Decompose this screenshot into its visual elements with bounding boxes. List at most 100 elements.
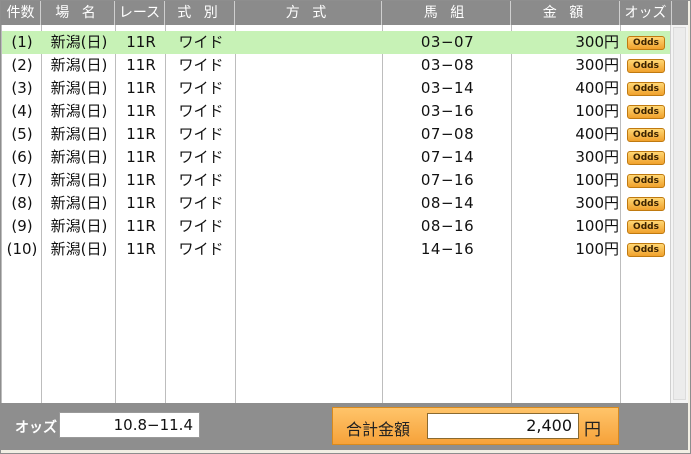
row-method	[236, 123, 383, 146]
header-count: 件数	[1, 1, 41, 25]
odds-button[interactable]: Odds	[627, 242, 665, 257]
row-amount: 100円	[575, 240, 619, 258]
table-row[interactable]: (7) 新潟(日) 11R ワイド 07−16 100円 Odds	[2, 169, 670, 192]
row-bet-type: ワイド	[178, 148, 224, 166]
table-row[interactable]: (4) 新潟(日) 11R ワイド 03−16 100円 Odds	[2, 100, 670, 123]
row-odds-cell: Odds	[621, 31, 670, 54]
row-amount: 300円	[575, 194, 619, 212]
odds-button[interactable]: Odds	[627, 150, 665, 165]
table-header: 件数 場 名 レース 式 別 方 式 馬 組 金 額 オッズ	[1, 1, 688, 25]
row-number: (10)	[6, 240, 38, 258]
odds-button[interactable]: Odds	[627, 173, 665, 188]
row-odds-cell: Odds	[621, 77, 670, 100]
row-method	[236, 215, 383, 238]
row-place: 新潟(日)	[50, 171, 108, 189]
row-race: 11R	[126, 171, 156, 189]
row-combination: 14−16	[420, 240, 475, 258]
row-combination: 07−14	[420, 148, 475, 166]
row-bet-type: ワイド	[178, 217, 224, 235]
odds-button[interactable]: Odds	[627, 127, 665, 142]
header-scroll-spacer	[672, 1, 688, 25]
odds-button[interactable]: Odds	[627, 35, 665, 50]
row-amount: 400円	[575, 79, 619, 97]
row-odds-cell: Odds	[621, 215, 670, 238]
odds-button[interactable]: Odds	[627, 81, 665, 96]
row-number: (4)	[11, 102, 33, 120]
row-place: 新潟(日)	[50, 125, 108, 143]
header-amount: 金 額	[511, 1, 620, 25]
row-place: 新潟(日)	[50, 33, 108, 51]
row-bet-type: ワイド	[178, 194, 224, 212]
row-race: 11R	[126, 217, 156, 235]
row-number: (7)	[11, 171, 33, 189]
row-bet-type: ワイド	[178, 102, 224, 120]
odds-range-value: 10.8−11.4	[59, 412, 200, 438]
table-row[interactable]: (2) 新潟(日) 11R ワイド 03−08 300円 Odds	[2, 54, 670, 77]
row-race: 11R	[126, 148, 156, 166]
odds-button[interactable]: Odds	[627, 58, 665, 73]
row-place: 新潟(日)	[50, 217, 108, 235]
row-bet-type: ワイド	[178, 125, 224, 143]
odds-button[interactable]: Odds	[627, 219, 665, 234]
table-row[interactable]: (9) 新潟(日) 11R ワイド 08−16 100円 Odds	[2, 215, 670, 238]
row-bet-type: ワイド	[178, 171, 224, 189]
row-number: (6)	[11, 148, 33, 166]
row-method	[236, 238, 383, 261]
bottom-edge	[1, 450, 688, 453]
table-row[interactable]: (10) 新潟(日) 11R ワイド 14−16 100円 Odds	[2, 238, 670, 261]
table-row[interactable]: (6) 新潟(日) 11R ワイド 07−14 300円 Odds	[2, 146, 670, 169]
scrollbar-track[interactable]	[673, 27, 686, 400]
row-combination: 08−16	[420, 217, 475, 235]
row-combination: 08−14	[420, 194, 475, 212]
table-row[interactable]: (3) 新潟(日) 11R ワイド 03−14 400円 Odds	[2, 77, 670, 100]
row-combination: 07−08	[420, 125, 475, 143]
row-odds-cell: Odds	[621, 54, 670, 77]
row-place: 新潟(日)	[50, 240, 108, 258]
bet-rows: (1) 新潟(日) 11R ワイド 03−07 300円 Odds (2) 新潟(日) 11R ワイ…	[2, 31, 670, 261]
row-combination: 07−16	[420, 171, 475, 189]
summary-bar: オッズ 10.8−11.4 合計金額 2,400 円	[1, 403, 688, 450]
header-odds: オッズ	[620, 1, 672, 25]
row-bet-type: ワイド	[178, 240, 224, 258]
odds-button[interactable]: Odds	[627, 104, 665, 119]
row-method	[236, 31, 383, 54]
row-number: (2)	[11, 56, 33, 74]
row-odds-cell: Odds	[621, 100, 670, 123]
row-race: 11R	[126, 102, 156, 120]
header-type: 式 別	[165, 1, 235, 25]
table-row[interactable]: (5) 新潟(日) 11R ワイド 07−08 400円 Odds	[2, 123, 670, 146]
row-odds-cell: Odds	[621, 146, 670, 169]
row-amount: 300円	[575, 148, 619, 166]
row-race: 11R	[126, 194, 156, 212]
row-amount: 100円	[575, 217, 619, 235]
row-number: (1)	[11, 33, 33, 51]
row-combination: 03−16	[420, 102, 475, 120]
total-amount-value: 2,400	[427, 413, 579, 439]
row-method	[236, 77, 383, 100]
table-row[interactable]: (1) 新潟(日) 11R ワイド 03−07 300円 Odds	[2, 31, 670, 54]
row-odds-cell: Odds	[621, 192, 670, 215]
row-bet-type: ワイド	[178, 56, 224, 74]
row-place: 新潟(日)	[50, 79, 108, 97]
row-odds-cell: Odds	[621, 123, 670, 146]
bet-list[interactable]: (1) 新潟(日) 11R ワイド 03−07 300円 Odds (2) 新潟(日) 11R ワイ…	[1, 25, 670, 403]
header-combo: 馬 組	[382, 1, 511, 25]
row-amount: 100円	[575, 171, 619, 189]
odds-button[interactable]: Odds	[627, 196, 665, 211]
row-method	[236, 169, 383, 192]
row-method	[236, 146, 383, 169]
row-number: (8)	[11, 194, 33, 212]
row-race: 11R	[126, 125, 156, 143]
row-odds-cell: Odds	[621, 169, 670, 192]
row-odds-cell: Odds	[621, 238, 670, 261]
row-number: (9)	[11, 217, 33, 235]
row-race: 11R	[126, 79, 156, 97]
total-amount-unit: 円	[584, 420, 601, 440]
row-race: 11R	[126, 240, 156, 258]
row-number: (3)	[11, 79, 33, 97]
vertical-scrollbar[interactable]	[670, 25, 688, 403]
table-row[interactable]: (8) 新潟(日) 11R ワイド 08−14 300円 Odds	[2, 192, 670, 215]
row-combination: 03−14	[420, 79, 475, 97]
row-place: 新潟(日)	[50, 102, 108, 120]
row-method	[236, 54, 383, 77]
